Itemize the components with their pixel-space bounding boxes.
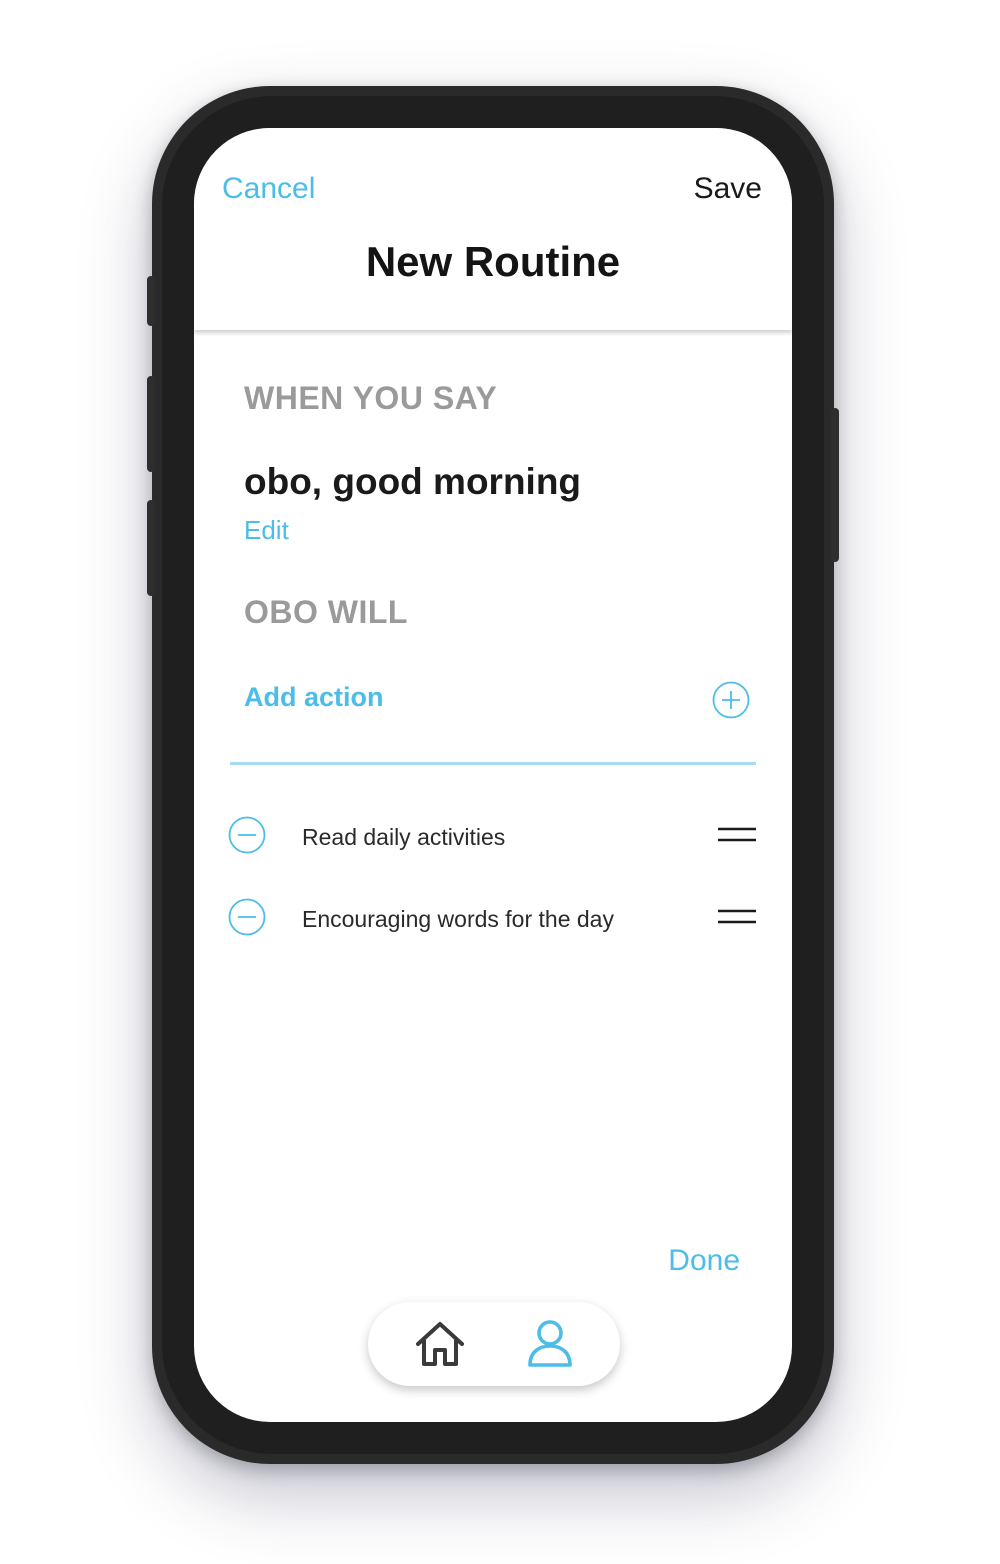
done-button[interactable]: Done [668, 1244, 740, 1278]
header-bar: Cancel Save New Routine [194, 128, 792, 330]
minus-circle-icon[interactable] [228, 816, 266, 854]
action-item-encouraging-words: Encouraging words for the day [228, 896, 758, 944]
page-title: New Routine [365, 238, 621, 285]
trigger-phrase: obo, good morning [244, 461, 582, 502]
drag-handle-icon[interactable] [718, 826, 756, 844]
drag-handle-icon[interactable] [718, 908, 756, 926]
power-button [831, 408, 839, 562]
action-item-label: Read daily activities [302, 824, 506, 850]
profile-icon[interactable] [526, 1318, 574, 1368]
section-divider [230, 762, 756, 765]
volume-up-button [147, 376, 155, 472]
plus-circle-icon[interactable] [712, 681, 750, 719]
add-action-label: Add action [244, 682, 384, 712]
minus-circle-icon[interactable] [228, 898, 266, 936]
home-icon[interactable] [414, 1320, 466, 1368]
cancel-button[interactable]: Cancel [222, 172, 315, 206]
when-you-say-label: WHEN YOU SAY [244, 380, 498, 416]
stage: Cancel Save New Routine WHEN YOU SAY obo… [0, 0, 1000, 1564]
mute-switch [147, 276, 155, 326]
volume-down-button [147, 500, 155, 596]
bottom-nav [368, 1302, 620, 1386]
action-item-label: Encouraging words for the day [302, 906, 614, 932]
action-item-read-daily-activities: Read daily activities [228, 814, 758, 862]
save-button[interactable]: Save [694, 172, 762, 206]
obo-will-label: OBO WILL [244, 594, 408, 630]
add-action-button[interactable]: Add action [230, 664, 756, 764]
edit-phrase-link[interactable]: Edit [244, 515, 289, 546]
phone-screen: Cancel Save New Routine WHEN YOU SAY obo… [194, 128, 792, 1422]
